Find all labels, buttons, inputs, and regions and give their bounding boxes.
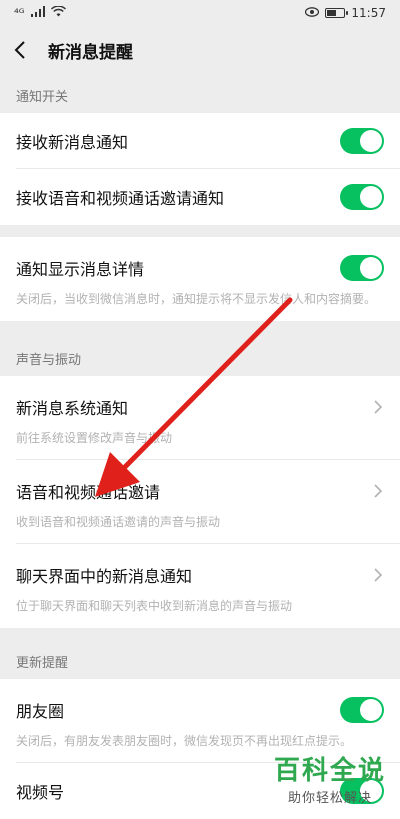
- toggle-knob: [360, 130, 382, 152]
- group-detail: 通知显示消息详情 关闭后，当收到微信消息时，通知提示将不显示发信人和内容摘要。: [0, 237, 400, 321]
- toggle-knob: [360, 186, 382, 208]
- row-receive-new-message: 接收新消息通知: [0, 113, 400, 169]
- row-description: 位于聊天界面和聊天列表中收到新消息的声音与振动: [16, 599, 293, 613]
- row-call-invite-sound[interactable]: 语音和视频通话邀请 收到语音和视频通话邀请的声音与振动: [0, 460, 400, 544]
- group-notify-switch: 接收新消息通知 接收语音和视频通话邀请通知: [0, 113, 400, 225]
- section-title-notify-switch: 通知开关: [16, 90, 69, 105]
- row-chat-new-message[interactable]: 聊天界面中的新消息通知 位于聊天界面和聊天列表中收到新消息的声音与振动: [0, 544, 400, 628]
- row-label: 通知显示消息详情: [16, 260, 145, 279]
- watermark-main: 百科全说: [273, 756, 386, 786]
- toggle-moments[interactable]: [340, 697, 384, 723]
- toggle-knob: [360, 257, 382, 279]
- chevron-right-icon: [372, 483, 384, 499]
- wifi-icon: [50, 5, 66, 20]
- section-title-update: 更新提醒: [16, 656, 69, 671]
- row-label: 视频号: [16, 783, 65, 802]
- row-label: 聊天界面中的新消息通知: [16, 567, 193, 586]
- watermark-sub: 助你轻松解决: [287, 791, 372, 806]
- row-description: 关闭后，当收到微信消息时，通知提示将不显示发信人和内容摘要。: [16, 292, 377, 306]
- chevron-right-icon: [372, 567, 384, 583]
- status-bar: ⁴ᴳ 11:57: [0, 0, 400, 26]
- toggle-receive-new-message[interactable]: [340, 128, 384, 154]
- row-label: 朋友圈: [16, 702, 65, 721]
- group-sound: 新消息系统通知 前往系统设置修改声音与振动 语音和视频通话邀请 收到语音和视频通…: [0, 376, 400, 628]
- eye-icon: [305, 6, 320, 20]
- status-right: 11:57: [305, 6, 386, 20]
- row-label: 接收新消息通知: [16, 133, 129, 152]
- row-system-notification[interactable]: 新消息系统通知 前往系统设置修改声音与振动: [0, 376, 400, 460]
- row-label: 语音和视频通话邀请: [16, 483, 161, 502]
- back-chevron-icon[interactable]: [14, 39, 36, 61]
- row-description: 收到语音和视频通话邀请的声音与振动: [16, 515, 221, 529]
- section-title-sound: 声音与振动: [16, 353, 82, 368]
- battery-icon: [325, 8, 349, 18]
- row-description: 前往系统设置修改声音与振动: [16, 431, 173, 445]
- toggle-show-detail[interactable]: [340, 255, 384, 281]
- toggle-receive-call-invite[interactable]: [340, 184, 384, 210]
- row-label: 新消息系统通知: [16, 399, 129, 418]
- signal-icon: ⁴ᴳ: [14, 6, 25, 20]
- status-left: ⁴ᴳ: [14, 5, 66, 20]
- page-title: 新消息提醒: [48, 42, 133, 63]
- navigation-bar: 新消息提醒: [0, 26, 400, 74]
- watermark-logo: 百科全说 助你轻松解决: [274, 750, 386, 806]
- row-label: 接收语音和视频通话邀请通知: [16, 189, 225, 208]
- toggle-knob: [360, 699, 382, 721]
- row-show-detail: 通知显示消息详情 关闭后，当收到微信消息时，通知提示将不显示发信人和内容摘要。: [0, 237, 400, 321]
- clock: 11:57: [351, 6, 386, 20]
- row-receive-call-invite: 接收语音和视频通话邀请通知: [0, 169, 400, 225]
- signal-bars-icon: [30, 6, 45, 20]
- chevron-right-icon: [372, 399, 384, 415]
